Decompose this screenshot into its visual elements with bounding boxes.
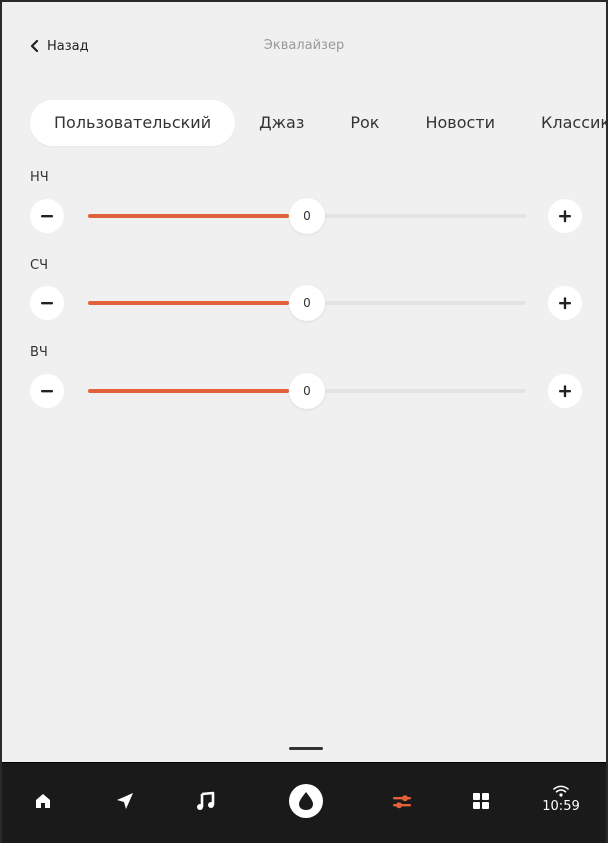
band-mid-slider-fill (88, 301, 289, 305)
band-mid-increase-button[interactable] (548, 286, 582, 320)
plus-icon (559, 210, 571, 223)
nav-equalizer-button[interactable] (382, 781, 422, 821)
nav-voice-assistant-button[interactable] (286, 781, 326, 821)
bottom-navbar: 10:59 (2, 762, 606, 843)
minus-icon (41, 390, 53, 393)
tab-news[interactable]: Новости (403, 100, 517, 146)
plus-icon (559, 297, 571, 310)
minus-icon (41, 215, 53, 218)
tab-rock[interactable]: Рок (328, 100, 401, 146)
band-mid-decrease-button[interactable] (30, 286, 64, 320)
band-high-slider-knob[interactable]: 0 (289, 373, 325, 409)
wifi-icon (553, 785, 569, 797)
nav-home-button[interactable] (23, 781, 63, 821)
band-label-mid: СЧ (30, 258, 48, 273)
nav-navigation-button[interactable] (105, 781, 145, 821)
music-note-icon (197, 791, 215, 810)
home-indicator[interactable] (289, 747, 323, 750)
band-low-slider-fill (88, 214, 289, 218)
equalizer-screen: Назад Эквалайзер Пользовательский Джаз Р… (0, 0, 608, 843)
status-area: 10:59 (530, 785, 592, 814)
band-label-high: ВЧ (30, 345, 48, 360)
band-label-low: НЧ (30, 170, 49, 185)
clock: 10:59 (542, 799, 580, 814)
minus-icon (41, 302, 53, 305)
band-high-decrease-button[interactable] (30, 374, 64, 408)
band-low-increase-button[interactable] (548, 199, 582, 233)
band-high-slider-fill (88, 389, 289, 393)
tab-custom[interactable]: Пользовательский (30, 100, 236, 146)
band-high-increase-button[interactable] (548, 374, 582, 408)
equalizer-icon (393, 795, 411, 809)
home-icon (36, 794, 50, 808)
band-low-decrease-button[interactable] (30, 199, 64, 233)
band-low-slider-knob[interactable]: 0 (289, 198, 325, 234)
band-mid-slider-knob[interactable]: 0 (289, 285, 325, 321)
plus-icon (559, 385, 571, 398)
nav-music-button[interactable] (186, 781, 226, 821)
nav-apps-button[interactable] (461, 781, 501, 821)
tab-classical[interactable]: Классика (519, 100, 606, 146)
tab-jazz[interactable]: Джаз (237, 100, 326, 146)
preset-tabs: Пользовательский Джаз Рок Новости Класси… (30, 100, 606, 146)
page-title: Эквалайзер (263, 38, 345, 53)
voice-assistant-icon (289, 784, 323, 818)
apps-grid-icon (473, 793, 489, 809)
navigation-arrow-icon (117, 793, 133, 809)
